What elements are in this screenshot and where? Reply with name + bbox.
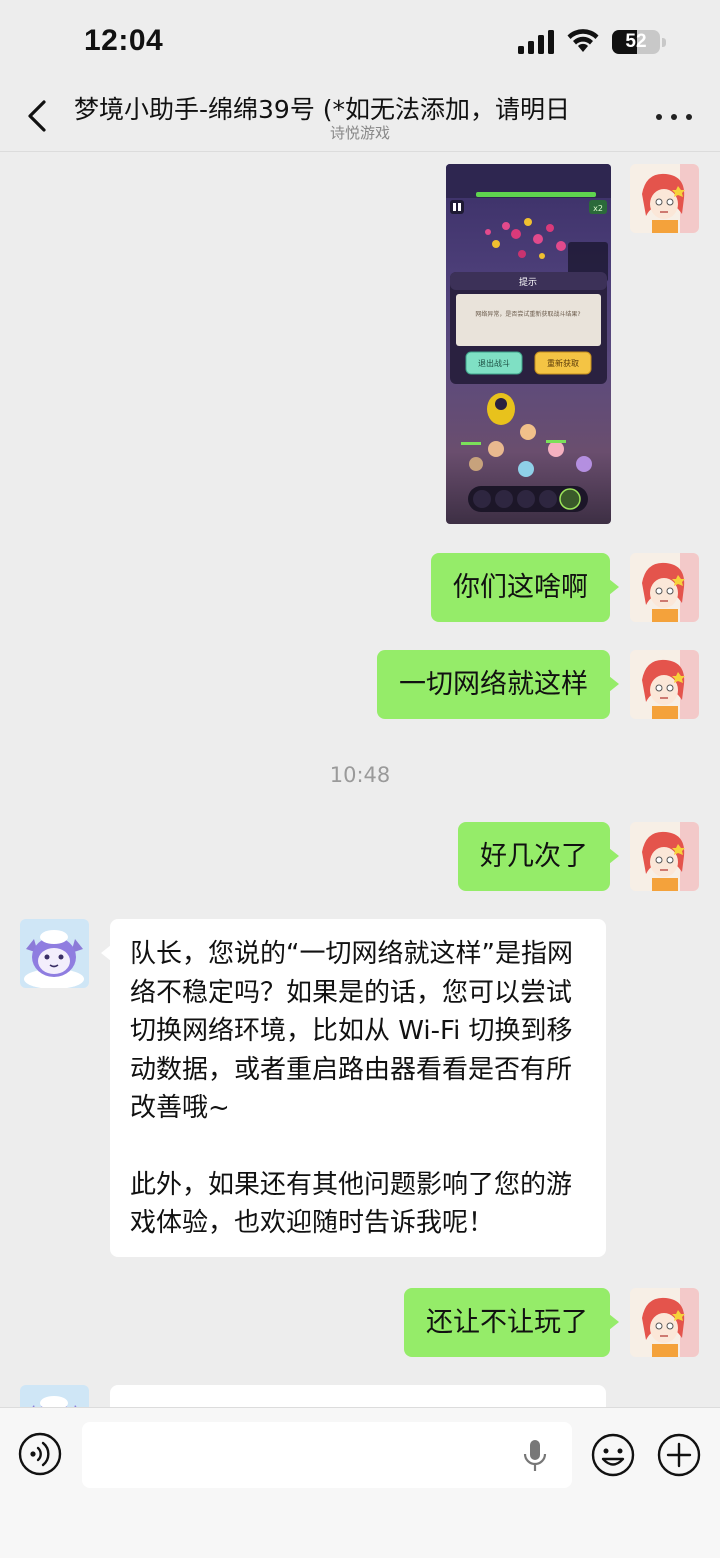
my-avatar[interactable] (630, 650, 699, 719)
chat-title[interactable]: 梦境小助手-绵绵39号 (*如无法添加，请明日 (74, 90, 630, 126)
incoming-message[interactable]: 队长，您说的“一切网络就这样”是指网络不稳定吗？如果是的话，您可以尝试切换网络环… (101, 919, 606, 1257)
game-screenshot-image[interactable]: x2 提示 网络异常，是否尝试重新获取战斗结果? 退出战斗 重新获取 (446, 164, 611, 524)
my-avatar[interactable] (630, 822, 699, 891)
wifi-icon (567, 29, 599, 52)
bot-avatar[interactable] (20, 1385, 89, 1407)
message-paragraph: 此外，如果还有其他问题影响了您的游戏体验，也欢迎随时告诉我呢！ (130, 1169, 573, 1239)
outgoing-message[interactable]: 还让不让玩了 (404, 1288, 619, 1357)
message-list[interactable]: x2 提示 网络异常，是否尝试重新获取战斗结果? 退出战斗 重新获取 你们这啥啊… (0, 153, 720, 1407)
my-avatar[interactable] (630, 164, 699, 233)
battery-icon: 52 (612, 30, 666, 54)
outgoing-message[interactable]: 一切网络就这样 (377, 650, 619, 719)
signal-icon (518, 30, 554, 54)
outgoing-message[interactable]: 你们这啥啊 (431, 553, 619, 622)
bot-avatar[interactable] (20, 919, 89, 988)
chat-subtitle: 诗悦游戏 (329, 124, 390, 142)
chat-header: 梦境小助手-绵绵39号 (*如无法添加，请明日 诗悦游戏 (0, 80, 720, 152)
outgoing-message[interactable]: 好几次了 (458, 822, 619, 891)
plus-icon[interactable] (656, 1432, 702, 1478)
my-avatar[interactable] (630, 1288, 699, 1357)
message-paragraph: 队长，您说的“一切网络就这样”是指网络不稳定吗？如果是的话，您可以尝试切换网络环… (130, 939, 573, 1123)
more-dots-icon[interactable] (654, 110, 694, 124)
game-scene: x2 提示 网络异常，是否尝试重新获取战斗结果? 退出战斗 重新获取 (446, 164, 611, 512)
dialog-message: 网络异常，是否尝试重新获取战斗结果? (475, 310, 580, 318)
incoming-message-partial[interactable] (110, 1385, 606, 1407)
input-bar (0, 1407, 720, 1558)
mic-icon[interactable] (522, 1438, 548, 1474)
message-input[interactable] (82, 1422, 572, 1488)
my-avatar[interactable] (630, 553, 699, 622)
battery-level: 52 (625, 31, 647, 52)
retry-button: 重新获取 (547, 358, 579, 368)
status-bar: 12:04 52 (0, 0, 720, 80)
exit-battle-button: 退出战斗 (478, 358, 510, 368)
voice-icon[interactable] (18, 1432, 62, 1476)
message-timestamp: 10:48 (329, 763, 391, 787)
speed-badge: x2 (593, 204, 603, 213)
emoji-icon[interactable] (590, 1432, 636, 1478)
dialog-title: 提示 (519, 277, 537, 288)
status-time: 12:04 (84, 24, 164, 57)
